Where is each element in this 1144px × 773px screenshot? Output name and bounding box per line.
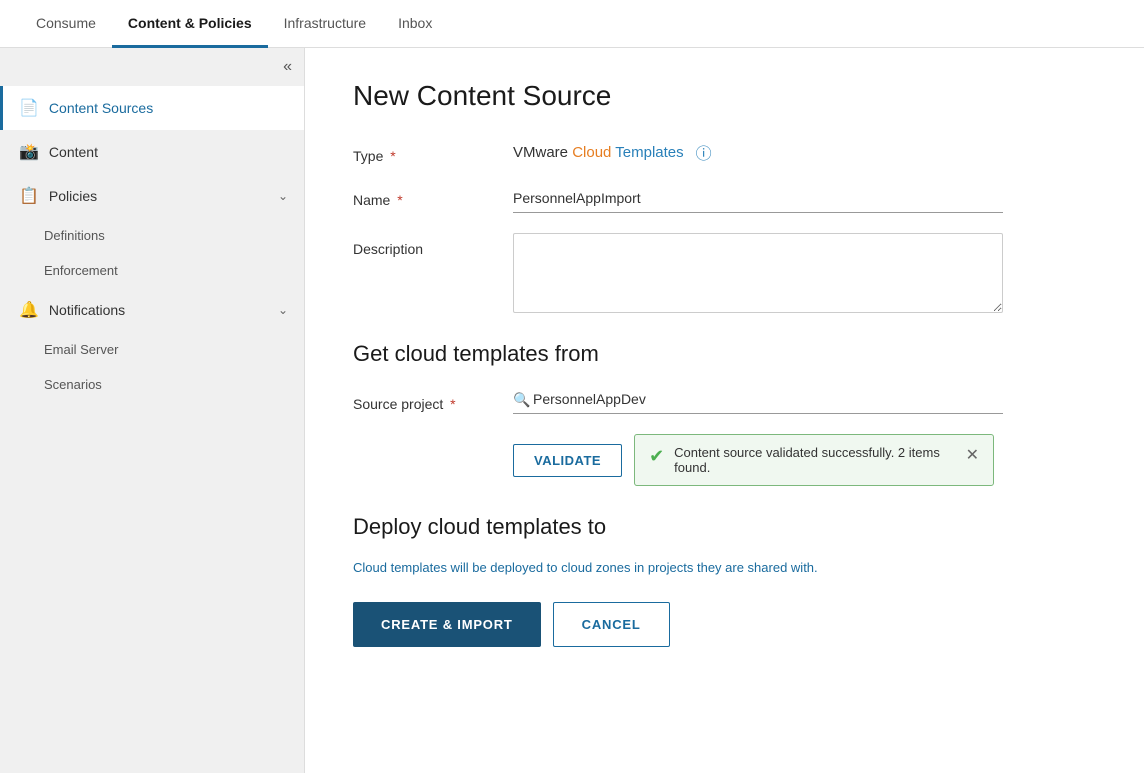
search-icon: 🔍 [513, 391, 530, 408]
info-icon[interactable]: ⓘ [696, 140, 712, 164]
deploy-note: Cloud templates will be deployed to clou… [353, 558, 1096, 578]
sidebar-item-label: Policies [49, 188, 97, 204]
type-label: Type * [353, 140, 513, 164]
name-row: Name * [353, 184, 1096, 213]
policies-chevron-icon: ⌄ [278, 189, 288, 203]
source-project-input-container: 🔍 [513, 385, 1003, 414]
sidebar-item-label: Content Sources [49, 100, 153, 116]
content-sources-icon: 📄 [19, 98, 39, 118]
content-icon: 📸 [19, 142, 39, 162]
type-value: VMware Cloud Templates [513, 144, 684, 161]
type-cloud: Cloud [572, 144, 611, 161]
sidebar-item-content-sources[interactable]: 📄 Content Sources [0, 86, 304, 130]
description-value-container [513, 233, 1096, 313]
top-nav: Consume Content & Policies Infrastructur… [0, 0, 1144, 48]
deploy-heading: Deploy cloud templates to [353, 514, 1096, 540]
sidebar-sub-item-email-server[interactable]: Email Server [0, 332, 304, 367]
nav-consume[interactable]: Consume [20, 0, 112, 48]
source-project-label: Source project * [353, 388, 513, 412]
success-banner: ✔ Content source validated successfully.… [634, 434, 994, 486]
action-row: CREATE & IMPORT CANCEL [353, 602, 1096, 647]
sidebar-item-policies[interactable]: 📋 Policies ⌄ [0, 174, 304, 218]
sidebar: « 📄 Content Sources 📸 Content 📋 Policies… [0, 48, 305, 773]
nav-content-policies[interactable]: Content & Policies [112, 0, 268, 48]
get-cloud-templates-heading: Get cloud templates from [353, 341, 1096, 367]
type-templates: Templates [611, 144, 683, 161]
name-label: Name * [353, 184, 513, 208]
validate-button[interactable]: VALIDATE [513, 444, 622, 477]
sidebar-sub-item-enforcement[interactable]: Enforcement [0, 253, 304, 288]
nav-infrastructure[interactable]: Infrastructure [268, 0, 382, 48]
page-title: New Content Source [353, 80, 1096, 112]
type-row: Type * VMware Cloud Templates ⓘ [353, 140, 1096, 164]
policies-icon: 📋 [19, 186, 39, 206]
name-input[interactable] [513, 184, 1003, 213]
deploy-section: Deploy cloud templates to Cloud template… [353, 514, 1096, 578]
cancel-button[interactable]: CANCEL [553, 602, 670, 647]
nav-inbox[interactable]: Inbox [382, 0, 448, 48]
type-value-container: VMware Cloud Templates ⓘ [513, 140, 1096, 164]
main-layout: « 📄 Content Sources 📸 Content 📋 Policies… [0, 48, 1144, 773]
collapse-button[interactable]: « [0, 48, 304, 86]
main-content: New Content Source Type * VMware Cloud T… [305, 48, 1144, 773]
sidebar-item-label: Notifications [49, 302, 125, 318]
name-value-container [513, 184, 1096, 213]
success-message: Content source validated successfully. 2… [674, 445, 956, 475]
validate-row: VALIDATE ✔ Content source validated succ… [513, 434, 1096, 486]
sidebar-item-label: Content [49, 144, 98, 160]
collapse-icon: « [283, 58, 292, 76]
description-input[interactable] [513, 233, 1003, 313]
description-row: Description [353, 233, 1096, 313]
description-label: Description [353, 233, 513, 257]
sidebar-item-content[interactable]: 📸 Content [0, 130, 304, 174]
type-vmware: VMware [513, 144, 572, 161]
source-project-required: * [450, 396, 455, 412]
create-import-button[interactable]: CREATE & IMPORT [353, 602, 541, 647]
notifications-icon: 🔔 [19, 300, 39, 320]
type-required: * [390, 148, 395, 164]
source-project-row: Source project * 🔍 [353, 385, 1096, 414]
sidebar-sub-item-scenarios[interactable]: Scenarios [0, 367, 304, 402]
sidebar-sub-item-definitions[interactable]: Definitions [0, 218, 304, 253]
name-required: * [397, 192, 402, 208]
notifications-chevron-icon: ⌄ [278, 303, 288, 317]
source-project-input[interactable] [513, 385, 1003, 414]
success-close-button[interactable]: ✕ [966, 445, 979, 465]
sidebar-item-notifications[interactable]: 🔔 Notifications ⌄ [0, 288, 304, 332]
success-check-icon: ✔ [649, 446, 664, 467]
